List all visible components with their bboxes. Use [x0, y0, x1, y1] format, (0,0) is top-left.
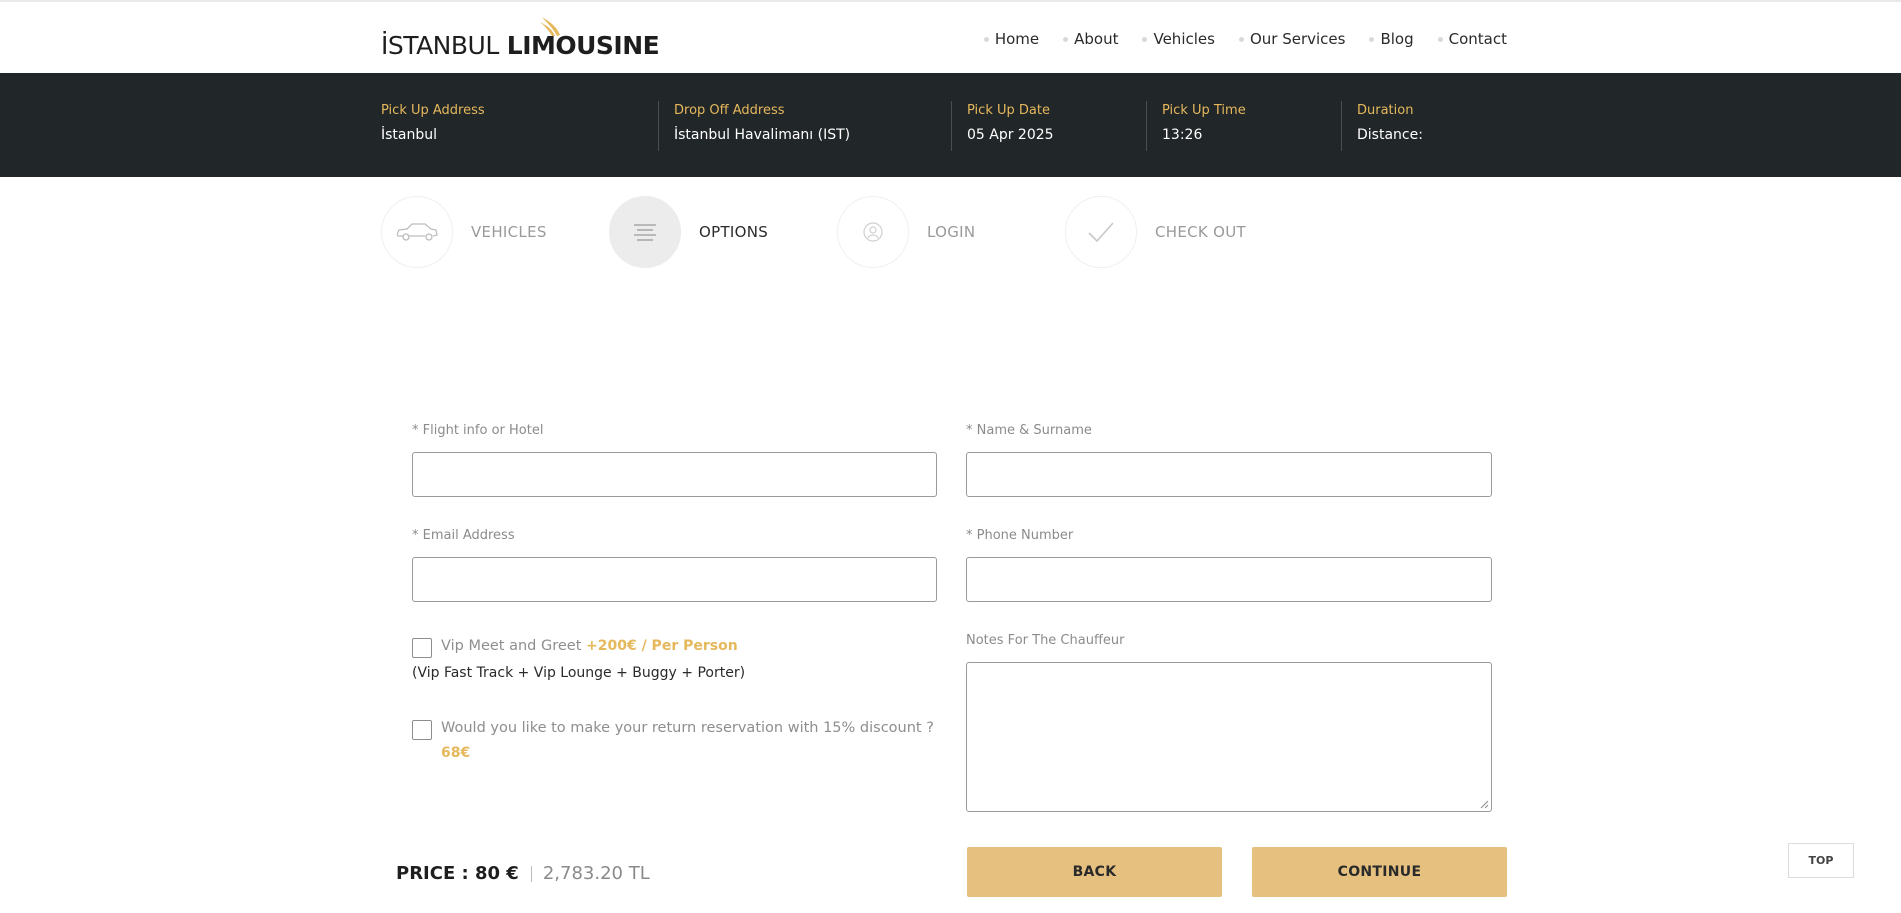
continue-button[interactable]: CONTINUE — [1252, 847, 1507, 897]
back-button[interactable]: BACK — [967, 847, 1222, 897]
flight-input[interactable] — [412, 452, 937, 497]
bullet-icon — [1142, 36, 1148, 42]
notes-textarea[interactable] — [966, 662, 1492, 812]
email-label: * Email Address — [412, 528, 515, 543]
check-icon — [1088, 222, 1114, 243]
summary-pickup-address: Pick Up Address İstanbul — [381, 103, 485, 143]
divider — [1341, 101, 1342, 151]
price-summary: PRICE : 80 € 2,783.20 TL — [396, 863, 650, 884]
return-discount-label: Would you like to make your return reser… — [441, 720, 934, 736]
bullet-icon — [1238, 36, 1244, 42]
nav-vehicles[interactable]: Vehicles — [1142, 30, 1215, 48]
resize-grip-icon[interactable] — [1480, 800, 1489, 809]
scroll-top-button[interactable]: TOP — [1788, 843, 1854, 878]
divider — [530, 865, 532, 882]
price-eur: PRICE : 80 € — [396, 863, 519, 884]
divider — [1146, 101, 1147, 151]
step-login[interactable]: LOGIN — [837, 196, 975, 268]
name-label: * Name & Surname — [966, 423, 1092, 438]
logo-part1: İSTANBUL — [381, 31, 499, 60]
return-discount-price: 68€ — [441, 745, 471, 761]
return-discount-checkbox[interactable] — [412, 720, 432, 740]
bullet-icon — [983, 36, 989, 42]
bullet-icon — [1063, 36, 1069, 42]
site-header: İSTANBUL LIMOUSINE Home About Vehicles O… — [0, 2, 1901, 73]
step-vehicles[interactable]: VEHICLES — [381, 196, 547, 268]
email-input[interactable] — [412, 557, 937, 602]
summary-pickup-time: Pick Up Time 13:26 — [1162, 103, 1246, 143]
name-input[interactable] — [966, 452, 1492, 497]
bullet-icon — [1369, 36, 1375, 42]
flight-label: * Flight info or Hotel — [412, 423, 544, 438]
car-icon — [396, 223, 438, 241]
wing-icon — [539, 17, 560, 36]
booking-summary-bar: Pick Up Address İstanbul Drop Off Addres… — [0, 73, 1901, 177]
nav-home[interactable]: Home — [983, 30, 1039, 48]
phone-label: * Phone Number — [966, 528, 1074, 543]
summary-duration: Duration Distance: — [1357, 103, 1423, 143]
booking-steps: VEHICLES OPTIONS LOGIN CHECK OUT — [381, 196, 1281, 268]
user-icon — [863, 222, 883, 242]
main-nav: Home About Vehicles Our Services Blog Co… — [960, 30, 1507, 48]
notes-label: Notes For The Chauffeur — [966, 633, 1125, 648]
nav-contact[interactable]: Contact — [1437, 30, 1507, 48]
step-check-out[interactable]: CHECK OUT — [1065, 196, 1246, 268]
step-options[interactable]: OPTIONS — [609, 196, 768, 268]
nav-about[interactable]: About — [1063, 30, 1118, 48]
nav-our-services[interactable]: Our Services — [1238, 30, 1345, 48]
phone-input[interactable] — [966, 557, 1492, 602]
divider — [658, 101, 659, 151]
list-icon — [634, 224, 656, 241]
bullet-icon — [1437, 36, 1443, 42]
logo-part2: LIMOUSINE — [507, 17, 660, 60]
divider — [951, 101, 952, 151]
logo[interactable]: İSTANBUL LIMOUSINE — [381, 17, 660, 60]
vip-description: (Vip Fast Track + Vip Lounge + Buggy + P… — [412, 665, 746, 681]
summary-pickup-date: Pick Up Date 05 Apr 2025 — [967, 103, 1054, 143]
vip-option-label: Vip Meet and Greet +200€ / Per Person — [441, 638, 738, 654]
vip-price: +200€ / Per Person — [586, 638, 738, 654]
nav-blog[interactable]: Blog — [1369, 30, 1414, 48]
price-tl: 2,783.20 TL — [542, 863, 650, 884]
summary-dropoff-address: Drop Off Address İstanbul Havalimanı (IS… — [674, 103, 851, 143]
vip-checkbox[interactable] — [412, 638, 432, 658]
